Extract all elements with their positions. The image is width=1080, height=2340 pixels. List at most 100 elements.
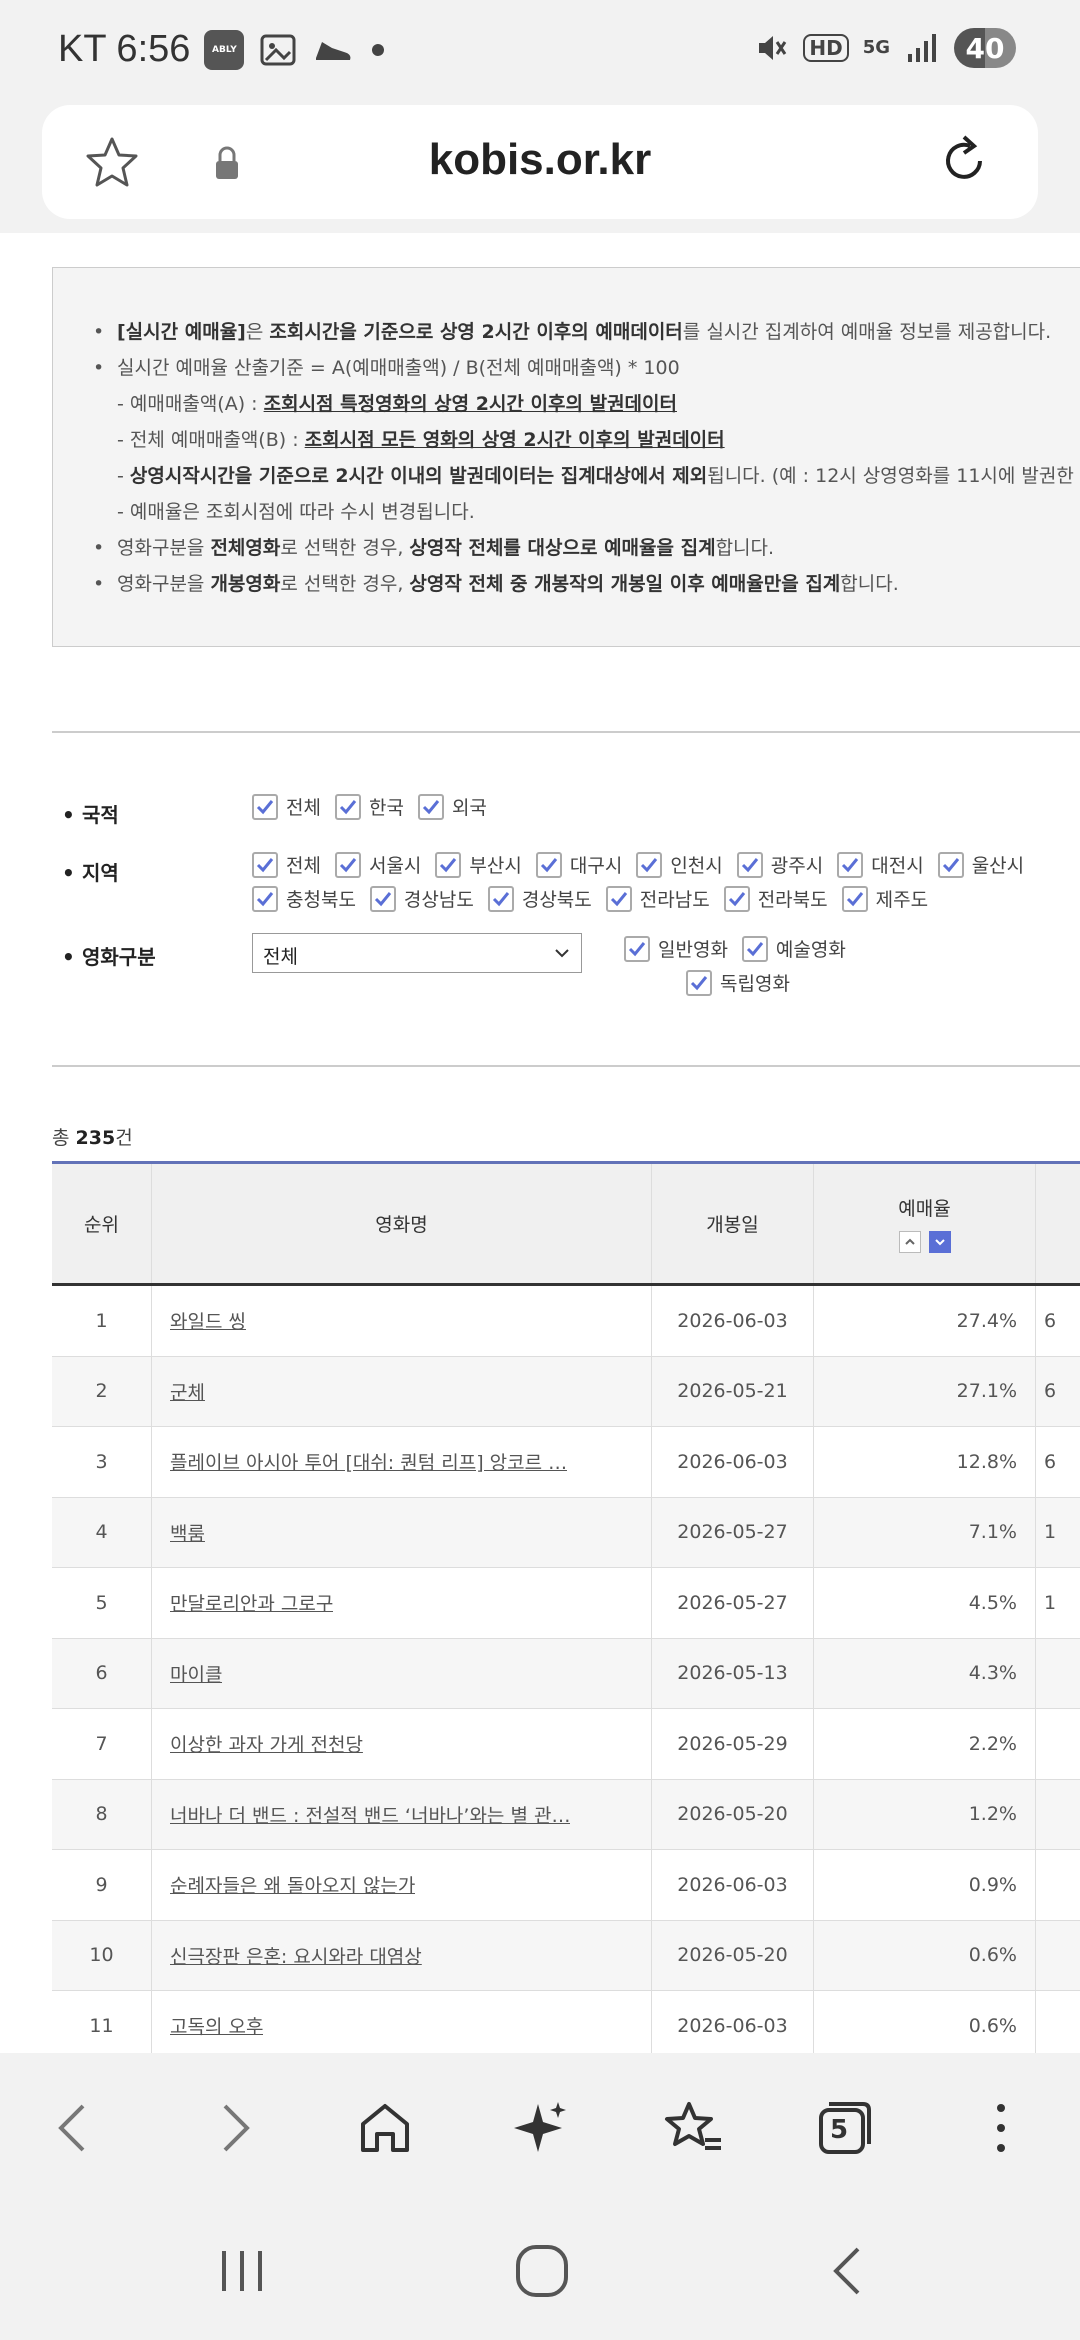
checkbox-nationality-foreign[interactable]: 외국 xyxy=(417,793,487,820)
header-title: 영화명 xyxy=(152,1164,652,1283)
recent-apps-icon[interactable] xyxy=(212,2241,272,2301)
checkbox-region-incheon[interactable]: 인천시 xyxy=(636,851,723,878)
chevron-down-icon xyxy=(555,949,569,958)
home-button[interactable] xyxy=(350,2093,420,2163)
movie-title-link[interactable]: 고독의 오후 xyxy=(170,2012,263,2039)
cell-title: 와일드 씽 xyxy=(152,1286,652,1356)
address-bar[interactable]: kobis.or.kr xyxy=(42,105,1038,219)
box-office-table: 순위 영화명 개봉일 예매율 예 1와일드 씽2026-06-0327.4%62… xyxy=(52,1161,1080,2053)
notice-line-5: - 상영시작시간을 기준으로 2시간 이내의 발권데이터는 집계대상에서 제외됩… xyxy=(117,465,1074,487)
chevron-right-icon xyxy=(223,2104,250,2152)
checkbox-indie-movie[interactable]: 독립영화 xyxy=(686,969,790,996)
cell-title: 군체 xyxy=(152,1356,652,1426)
hd-badge: HD xyxy=(803,34,849,62)
section-divider xyxy=(52,731,1080,733)
battery-indicator: 40 xyxy=(954,28,1016,68)
cell-next xyxy=(1036,1639,1080,1709)
back-button[interactable] xyxy=(40,2093,110,2163)
cell-release: 2026-06-03 xyxy=(652,1427,814,1497)
status-time: KT 6:56 xyxy=(58,28,191,70)
filter-label-region: • 지역 xyxy=(62,861,119,885)
cell-title: 고독의 오후 xyxy=(152,1991,652,2053)
checkbox-region-gyeongbuk[interactable]: 경상북도 xyxy=(487,885,592,912)
checkbox-region-gwangju[interactable]: 광주시 xyxy=(736,851,823,878)
movie-title-link[interactable]: 군체 xyxy=(170,1378,205,1405)
checkbox-region-daejeon[interactable]: 대전시 xyxy=(837,851,924,878)
notice-line-2: • 실시간 예매율 산출기준 = A(예매매출액) / B(전체 예매매출액) *… xyxy=(93,357,680,379)
movie-title-link[interactable]: 순례자들은 왜 돌아오지 않는가 xyxy=(170,1871,415,1898)
checkbox-region-daegu[interactable]: 대구시 xyxy=(535,851,622,878)
checkbox-region-busan[interactable]: 부산시 xyxy=(435,851,522,878)
ably-app-icon: ABLY xyxy=(204,29,245,70)
checkbox-general-movie[interactable]: 일반영화 xyxy=(624,935,728,962)
notice-line-4: - 전체 예매매출액(B) : 조회시점 모든 영화의 상영 2시간 이후의 발… xyxy=(117,429,725,451)
table-row: 10 신극장판 은혼: 요시와라 대염상 2026-05-20 0.6% xyxy=(52,1920,1080,1991)
bookmarks-button[interactable] xyxy=(658,2093,728,2163)
checkbox-nationality-all[interactable]: 전체 xyxy=(252,793,321,820)
forward-button[interactable] xyxy=(198,2093,268,2163)
nationality-options: 전체 한국 외국 xyxy=(252,793,501,820)
cell-title: 백룸 xyxy=(152,1497,652,1567)
cell-rank: 11 xyxy=(52,1991,152,2053)
checkbox-region-chungbuk[interactable]: 충청북도 xyxy=(252,885,356,912)
movie-title-link[interactable]: 너바나 더 밴드 : 전설적 밴드 ‘너바나’와는 별 관… xyxy=(170,1801,570,1828)
cell-rank: 5 xyxy=(52,1568,152,1638)
menu-button[interactable] xyxy=(966,2093,1036,2163)
sort-ascending-button[interactable] xyxy=(898,1231,921,1253)
table-row: 11 고독의 오후 2026-06-03 0.6% xyxy=(52,1991,1080,2053)
checkbox-region-gyeongnam[interactable]: 경상남도 xyxy=(369,885,474,912)
table-row: 4 백룸 2026-05-27 7.1% 1 xyxy=(52,1497,1080,1568)
url-text[interactable]: kobis.or.kr xyxy=(42,135,1038,185)
shoe-icon xyxy=(316,41,351,60)
movie-title-link[interactable]: 마이클 xyxy=(170,1660,222,1687)
movie-title-link[interactable]: 신극장판 은혼: 요시와라 대염상 xyxy=(170,1942,422,1969)
total-count: 총 235건 xyxy=(52,1127,133,1149)
status-right: HD 5G 40 xyxy=(753,28,1016,68)
table-row: 2 군체 2026-05-21 27.1% 6 xyxy=(52,1356,1080,1427)
cell-rank: 1 xyxy=(52,1286,152,1356)
cell-rate: 4.3% xyxy=(814,1638,1036,1708)
page-content: • [실시간 예매율]은 조회시간을 기준으로 상영 2시간 이후의 예매데이터를… xyxy=(0,233,1080,2053)
mute-icon xyxy=(759,36,787,60)
tabs-button[interactable]: 5 xyxy=(810,2093,880,2163)
movie-type-options-row2: 독립영화 xyxy=(686,969,804,996)
cell-next xyxy=(1036,1780,1080,1850)
reload-icon[interactable] xyxy=(934,131,994,191)
movie-title-link[interactable]: 와일드 씽 xyxy=(170,1307,246,1334)
cell-title: 플레이브 아시아 투어 [대쉬: 퀀텀 리프] 앙코르 … xyxy=(152,1427,652,1497)
cell-title: 이상한 과자 가게 전천당 xyxy=(152,1709,652,1779)
movie-title-link[interactable]: 만달로리안과 그로구 xyxy=(170,1589,333,1616)
cell-rate: 12.8% xyxy=(814,1427,1036,1497)
checkbox-region-all[interactable]: 전체 xyxy=(252,851,321,878)
checkbox-nationality-korea[interactable]: 한국 xyxy=(334,793,404,820)
movie-title-link[interactable]: 백룸 xyxy=(170,1519,205,1546)
back-nav-icon[interactable] xyxy=(818,2241,878,2301)
home-nav-icon[interactable] xyxy=(512,2241,572,2301)
cell-rate: 2.2% xyxy=(814,1709,1036,1779)
checkbox-region-ulsan[interactable]: 울산시 xyxy=(937,851,1024,878)
cell-next: 1 xyxy=(1036,1568,1080,1638)
region-options-row2: 충청북도 경상남도 경상북도 전라남도 전라북도 제주도 xyxy=(252,885,942,912)
cell-rate: 7.1% xyxy=(814,1497,1036,1567)
cell-rank: 3 xyxy=(52,1427,152,1497)
dot-icon xyxy=(372,43,385,56)
cell-next: 6 xyxy=(1036,1286,1080,1356)
sort-controls xyxy=(898,1231,951,1253)
cell-rank: 10 xyxy=(52,1920,152,1990)
cell-next xyxy=(1036,1709,1080,1779)
movie-title-link[interactable]: 플레이브 아시아 투어 [대쉬: 퀀텀 리프] 앙코르 … xyxy=(170,1448,567,1475)
movie-type-select[interactable]: 전체 xyxy=(252,933,582,973)
checkbox-art-movie[interactable]: 예술영화 xyxy=(741,935,846,962)
cell-next xyxy=(1036,1991,1080,2053)
checkbox-region-jeonnam[interactable]: 전라남도 xyxy=(605,885,710,912)
ai-sparkle-button[interactable] xyxy=(505,2093,575,2163)
cell-release: 2026-05-21 xyxy=(652,1356,814,1426)
movie-type-options-row1: 일반영화 예술영화 xyxy=(624,935,860,962)
signal-icon xyxy=(908,34,936,62)
browser-address-area: kobis.or.kr xyxy=(0,105,1080,233)
sort-descending-button[interactable] xyxy=(928,1231,951,1253)
checkbox-region-jeju[interactable]: 제주도 xyxy=(841,885,928,912)
checkbox-region-jeonbuk[interactable]: 전라북도 xyxy=(723,885,828,912)
checkbox-region-seoul[interactable]: 서울시 xyxy=(334,851,421,878)
movie-title-link[interactable]: 이상한 과자 가게 전천당 xyxy=(170,1730,363,1757)
